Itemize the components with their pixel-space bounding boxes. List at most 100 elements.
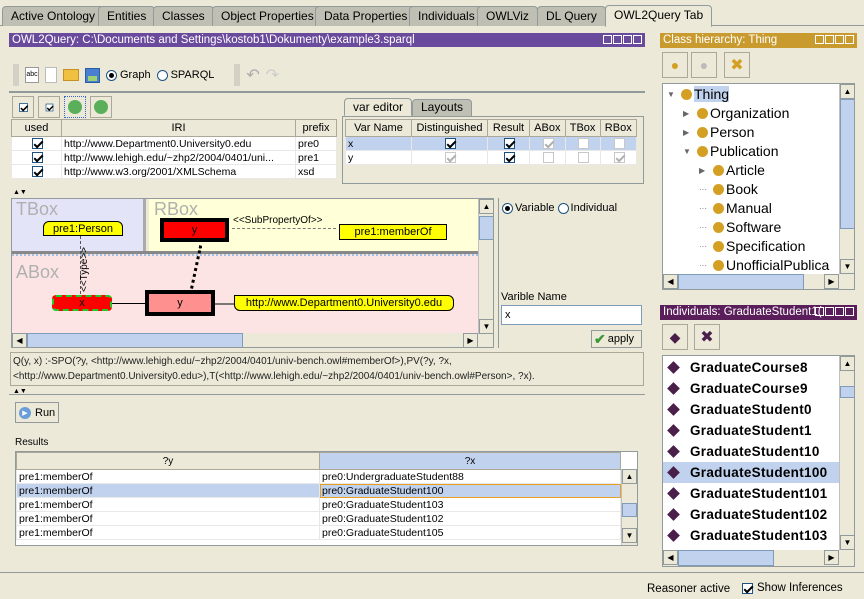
col-distinguished[interactable]: Distinguished [411, 119, 488, 137]
table-row[interactable]: pre1:memberOf pre0:GraduateStudent103 [16, 497, 621, 512]
split-icon[interactable] [603, 35, 612, 44]
sparql-mode-radio[interactable]: SPARQL [156, 69, 214, 81]
scroll-up-icon[interactable]: ▲ [840, 84, 854, 99]
scroll-down-icon[interactable]: ▼ [479, 319, 493, 334]
save-icon[interactable] [85, 67, 100, 83]
query-graph-canvas[interactable]: TBox RBox ABox pre1:Person y <<SubProper… [11, 198, 494, 348]
scroll-thumb[interactable] [678, 550, 774, 566]
individuals-vertical-scrollbar[interactable]: ▲ ▼ [839, 356, 854, 550]
scroll-right-icon[interactable]: ▶ [463, 333, 478, 347]
distinguished-checkbox[interactable] [445, 138, 456, 150]
delete-individual-icon[interactable]: ✖ [694, 324, 720, 350]
table-row[interactable]: http://www.lehigh.edu/~zhp2/2004/0401/un… [11, 150, 337, 165]
undo-icon[interactable]: ↶ [246, 65, 259, 85]
list-item[interactable]: GraduateCourse8 [663, 357, 839, 378]
split-icon[interactable] [815, 307, 824, 316]
close-icon[interactable] [633, 35, 642, 44]
scroll-thumb[interactable] [678, 274, 804, 289]
tab-layouts[interactable]: Layouts [412, 99, 473, 116]
tab-entities[interactable]: Entities [98, 6, 156, 26]
col-prefix[interactable]: prefix [295, 119, 337, 137]
tree-item[interactable]: ▼ Thing [667, 86, 730, 102]
department-individual-node[interactable]: http://www.Department0.University0.edu [234, 295, 454, 311]
rbox-y-node[interactable]: y [160, 218, 229, 242]
table-row[interactable]: x [345, 136, 638, 151]
rbox-checkbox[interactable] [613, 152, 625, 164]
tab-var-editor[interactable]: var editor [344, 98, 413, 116]
graph-mode-radio[interactable]: Graph [106, 69, 151, 81]
toolbar-grip[interactable] [13, 64, 19, 86]
scroll-up-icon[interactable]: ▲ [840, 356, 854, 371]
used-checkbox[interactable] [32, 152, 43, 164]
col-result[interactable]: Result [487, 119, 530, 137]
col-used[interactable]: used [11, 119, 62, 137]
tree-item[interactable]: ··· Specification [699, 238, 805, 254]
tab-dl-query[interactable]: DL Query [537, 6, 606, 26]
col-var-name[interactable]: Var Name [345, 119, 412, 137]
scroll-down-icon[interactable]: ▼ [840, 259, 854, 274]
list-item[interactable]: GraduateStudent100 [663, 462, 839, 483]
table-row[interactable]: http://www.Department0.University0.edu pr… [11, 136, 337, 151]
splitter-arrows[interactable]: ▲▼ [9, 189, 645, 197]
check-all-icon[interactable] [38, 96, 60, 118]
list-item[interactable]: GraduateStudent101 [663, 483, 839, 504]
scroll-up-icon[interactable]: ▲ [622, 469, 637, 484]
tree-item[interactable]: ··· Manual [699, 200, 772, 216]
expanded-arrow-icon[interactable]: ▼ [667, 90, 681, 99]
scroll-thumb[interactable] [622, 503, 637, 517]
distinguished-checkbox[interactable] [445, 152, 456, 164]
scroll-thumb[interactable] [27, 333, 243, 347]
individuals-horizontal-scrollbar[interactable]: ◀ ▶ [663, 550, 854, 566]
show-inferences-checkbox[interactable]: Show Inferences [742, 582, 843, 594]
list-item[interactable]: GraduateStudent1 [663, 420, 839, 441]
refresh-icon[interactable] [64, 96, 86, 118]
col-y[interactable]: ?y [16, 452, 320, 470]
memberof-property-node[interactable]: pre1:memberOf [339, 224, 447, 240]
tab-individuals[interactable]: Individuals [409, 6, 484, 26]
scroll-right-icon[interactable]: ▶ [824, 550, 839, 565]
tab-classes[interactable]: Classes [153, 6, 214, 26]
close-icon[interactable] [845, 35, 854, 44]
tree-item[interactable]: ▶ Article [699, 162, 765, 178]
minimize-icon[interactable] [613, 35, 622, 44]
col-abox[interactable]: ABox [529, 119, 566, 137]
abox-x-node[interactable]: x [52, 295, 112, 311]
result-checkbox[interactable] [504, 138, 515, 150]
tree-item[interactable]: ··· Software [699, 219, 781, 235]
toggle-all-icon[interactable] [12, 96, 34, 118]
open-folder-icon[interactable] [63, 69, 79, 81]
result-checkbox[interactable] [504, 152, 515, 164]
maximize-icon[interactable] [835, 35, 844, 44]
minimize-icon[interactable] [825, 35, 834, 44]
table-row[interactable]: y [345, 150, 638, 165]
col-rbox[interactable]: RBox [599, 119, 638, 137]
graph-vertical-scrollbar[interactable]: ▲ ▼ [478, 199, 493, 334]
query-text[interactable]: Q(y, x) :-SPO(?y, <http://www.lehigh.edu… [10, 352, 644, 386]
abox-checkbox[interactable] [542, 138, 554, 150]
list-item[interactable]: GraduateCourse9 [663, 378, 839, 399]
list-item[interactable]: GraduateStudent103 [663, 525, 839, 546]
tree-vertical-scrollbar[interactable]: ▲ ▼ [839, 84, 854, 274]
scroll-left-icon[interactable]: ◀ [12, 333, 27, 347]
expanded-arrow-icon[interactable]: ▼ [683, 147, 697, 156]
close-icon[interactable] [845, 307, 854, 316]
tab-owlviz[interactable]: OWLViz [477, 6, 538, 26]
collapsed-arrow-icon[interactable]: ▶ [699, 166, 713, 175]
variable-radio[interactable]: Variable [502, 202, 555, 214]
abc-icon[interactable]: abc [25, 67, 39, 83]
scroll-left-icon[interactable]: ◀ [663, 274, 678, 289]
split-icon[interactable] [815, 35, 824, 44]
tree-horizontal-scrollbar[interactable]: ◀ ▶ [663, 274, 854, 289]
add-individual-icon[interactable]: ◆ [662, 324, 688, 350]
refresh-2-icon[interactable] [90, 96, 112, 118]
apply-button[interactable]: ✔ apply [591, 330, 642, 348]
table-row[interactable]: pre1:memberOf pre0:GraduateStudent105 [16, 525, 621, 540]
list-item[interactable]: GraduateStudent0 [663, 399, 839, 420]
table-row[interactable]: http://www.w3.org/2001/XMLSchema xsd [11, 164, 337, 179]
graph-horizontal-scrollbar[interactable]: ◀ ▶ [12, 333, 478, 347]
new-file-icon[interactable] [45, 67, 57, 83]
abox-checkbox[interactable] [542, 152, 554, 164]
table-row[interactable]: pre1:memberOf pre0:GraduateStudent102 [16, 511, 621, 526]
scroll-down-icon[interactable]: ▼ [840, 535, 854, 550]
col-iri[interactable]: IRI [61, 119, 296, 137]
